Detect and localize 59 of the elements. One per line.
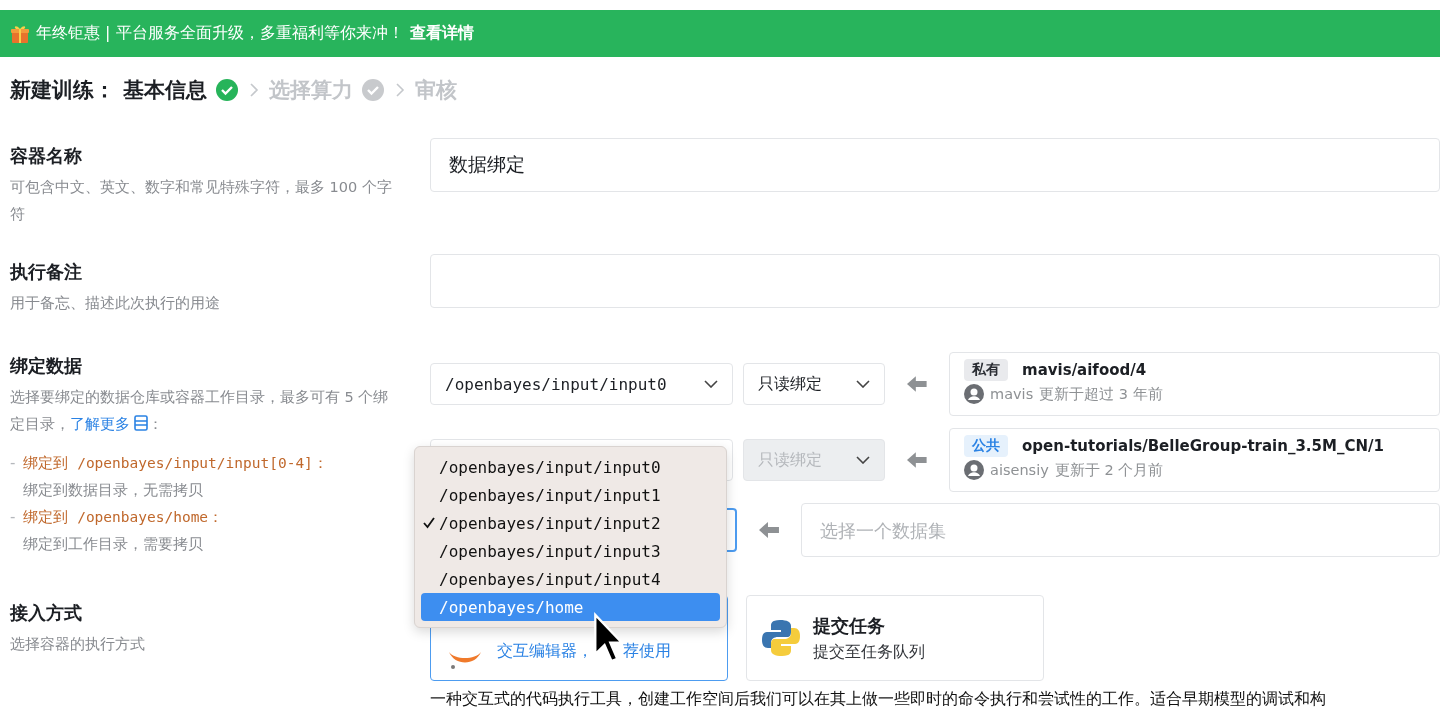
field-hint: 选择容器的执行方式	[10, 635, 146, 654]
visibility-tag: 公共	[964, 435, 1009, 457]
field-label: 接入方式	[10, 601, 83, 625]
arrow-left-icon	[907, 452, 928, 468]
chevron-down-icon	[856, 456, 871, 464]
field-hint: 可包含中文、英文、数字和常见特殊字符，最多 100 个字符	[10, 178, 393, 224]
gift-icon	[10, 23, 30, 44]
card-desc: 荐使用	[623, 641, 672, 662]
dataset-name: mavis/aifood/4	[1022, 361, 1147, 379]
banner-text: 年终钜惠 | 平台服务全面升级，多重福利等你来冲！	[36, 23, 404, 44]
bullet-dash: -	[10, 507, 16, 528]
chevron-icon	[395, 82, 405, 98]
step-label: 基本信息	[123, 77, 207, 104]
chevron-down-icon	[856, 380, 871, 388]
menu-option[interactable]: /openbayes/input/input0	[421, 453, 720, 481]
menu-option[interactable]: /openbayes/input/input3	[421, 537, 720, 565]
field-hint: 选择要绑定的数据仓库或容器工作目录，最多可有 5 个绑定目录，了解更多 ：	[10, 388, 390, 434]
avatar-icon	[964, 460, 985, 480]
doc-icon	[134, 415, 148, 431]
mode-select[interactable]: 只读绑定	[742, 363, 886, 405]
mode-card[interactable]: 提交任务 提交至任务队列	[746, 595, 1044, 681]
check-icon	[423, 517, 435, 529]
field-hint: 用于备忘、描述此次执行的用途	[10, 294, 221, 313]
path-select[interactable]: /openbayes/input/input0	[430, 363, 733, 405]
chevron-down-icon	[703, 380, 718, 388]
updated-time: 更新于 2 个月前	[1054, 460, 1164, 480]
menu-option[interactable]: /openbayes/input/input1	[421, 481, 720, 509]
mode-description: 一种交互式的代码执行工具，创建工作空间后我们可以在其上做一些即时的命令执行和尝试性的工作。适合早期模型的调试和构	[430, 689, 1327, 710]
menu-option[interactable]: /openbayes/input/input2	[421, 509, 720, 537]
rule-desc: 绑定到数据目录，无需拷贝	[23, 480, 205, 501]
learn-more-link[interactable]: 了解更多	[70, 416, 130, 432]
step-label: 选择算力	[269, 77, 353, 104]
field-label: 容器名称	[10, 144, 83, 168]
rule-title: 绑定到 /openbayes/home：	[23, 508, 224, 527]
field-label: 绑定数据	[10, 354, 83, 378]
card-desc: 提交至任务队列	[813, 641, 925, 663]
avatar-icon	[964, 384, 985, 404]
user-name: aisensiy	[990, 462, 1049, 478]
card-title: 提交任务	[813, 613, 886, 638]
step-label: 审核	[415, 77, 457, 104]
dataset-card[interactable]: 私有 mavis/aifood/4 mavis 更新于超过 3 年前	[949, 352, 1440, 416]
field-label: 执行备注	[10, 260, 83, 284]
visibility-tag: 私有	[964, 359, 1009, 381]
page-title: 新建训练：	[10, 77, 115, 104]
chevron-icon	[249, 82, 259, 98]
rule-desc: 绑定到工作目录，需要拷贝	[23, 534, 205, 555]
arrow-left-icon	[759, 522, 780, 538]
python-icon	[761, 618, 801, 658]
menu-option[interactable]: /openbayes/input/input4	[421, 565, 720, 593]
note-input[interactable]	[430, 254, 1440, 308]
name-input[interactable]: 数据绑定	[430, 138, 1440, 192]
dataset-input[interactable]: 选择一个数据集	[801, 503, 1440, 557]
updated-time: 更新于超过 3 年前	[1039, 384, 1163, 404]
dataset-name: open-tutorials/BelleGroup-train_3.5M_CN/1	[1022, 437, 1384, 455]
card-desc: 交互编辑器，	[497, 641, 593, 662]
bullet-dash: -	[10, 453, 16, 474]
rule-title: 绑定到 /openbayes/input/input[0-4]：	[23, 454, 328, 473]
arrow-left-icon	[907, 376, 928, 392]
user-name: mavis	[990, 386, 1034, 402]
